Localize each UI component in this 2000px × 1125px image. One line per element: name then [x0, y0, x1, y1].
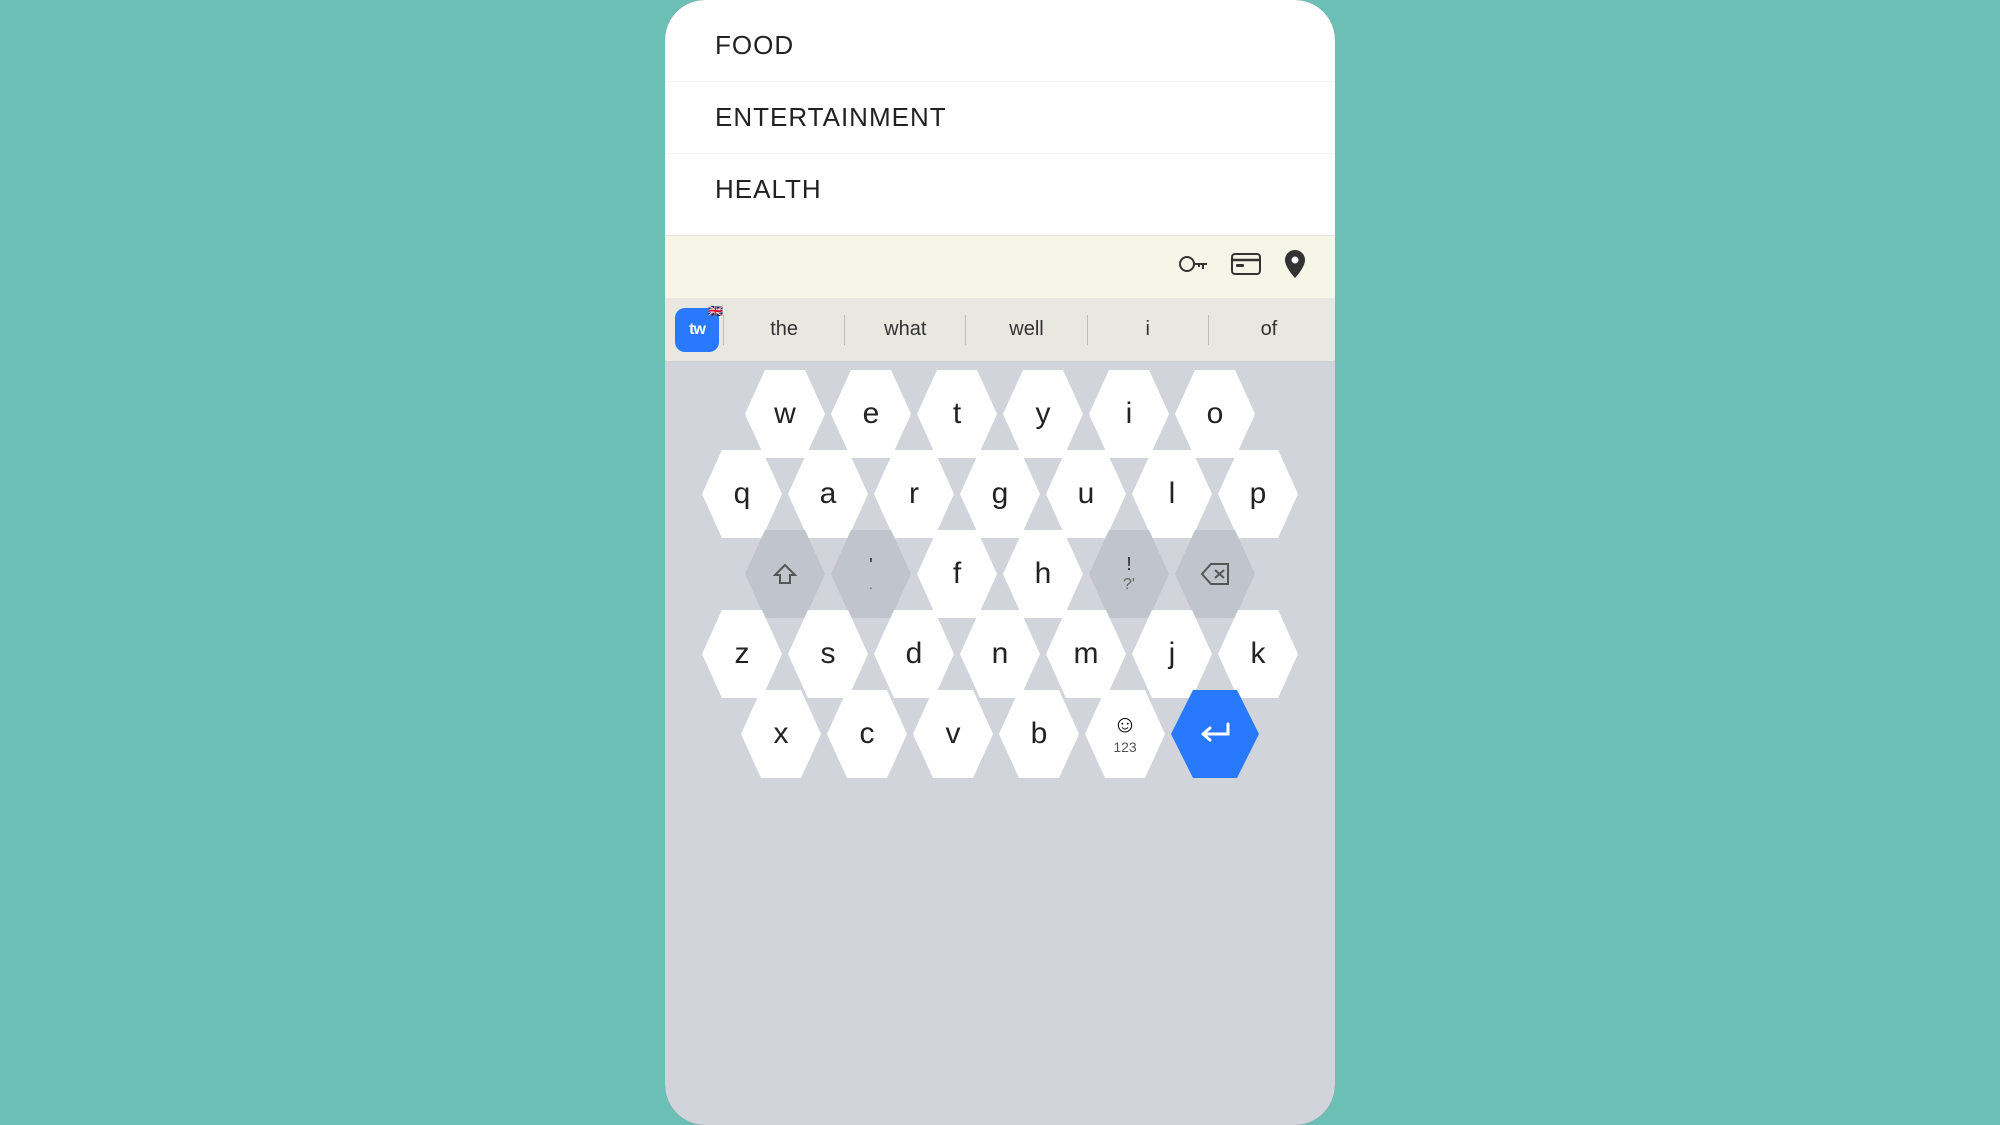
- key-w[interactable]: w: [745, 370, 825, 458]
- suggestion-i[interactable]: i: [1092, 314, 1204, 345]
- suggestion-what[interactable]: what: [849, 314, 961, 345]
- divider-4: [1087, 315, 1088, 345]
- enter-key[interactable]: [1171, 690, 1259, 778]
- key-z[interactable]: z: [702, 610, 782, 698]
- menu-item-entertainment[interactable]: ENTERTAINMENT: [665, 82, 1335, 154]
- emoji-key[interactable]: ☺ 123: [1085, 690, 1165, 778]
- key-l[interactable]: l: [1132, 450, 1212, 538]
- keyboard-row-3: ' . f h ! ?': [669, 530, 1331, 618]
- suggestion-well[interactable]: well: [970, 314, 1082, 345]
- key-k[interactable]: k: [1218, 610, 1298, 698]
- backspace-key[interactable]: [1175, 530, 1255, 618]
- divider-5: [1208, 315, 1209, 345]
- suggestion-the[interactable]: the: [728, 314, 840, 345]
- key-y[interactable]: y: [1003, 370, 1083, 458]
- key-g[interactable]: g: [960, 450, 1040, 538]
- divider-2: [844, 315, 845, 345]
- content-area: FOOD ENTERTAINMENT HEALTH: [665, 0, 1335, 235]
- smiley-icon: ☺: [1113, 713, 1138, 737]
- key-punct-exclaim[interactable]: ! ?': [1089, 530, 1169, 618]
- key-b[interactable]: b: [999, 690, 1079, 778]
- keyboard-row-5: x c v b ☺ 123: [669, 690, 1331, 778]
- key-p[interactable]: p: [1218, 450, 1298, 538]
- tw-flag: 🇬🇧: [708, 304, 723, 318]
- key-q[interactable]: q: [702, 450, 782, 538]
- phone-container: FOOD ENTERTAINMENT HEALTH: [665, 0, 1335, 1125]
- num-label: 123: [1113, 739, 1136, 755]
- key-s[interactable]: s: [788, 610, 868, 698]
- suggestions-bar: tw 🇬🇧 the what well i of: [665, 298, 1335, 362]
- key-x[interactable]: x: [741, 690, 821, 778]
- key-a[interactable]: a: [788, 450, 868, 538]
- tw-logo[interactable]: tw 🇬🇧: [675, 308, 719, 352]
- menu-item-food[interactable]: FOOD: [665, 10, 1335, 82]
- key-v[interactable]: v: [913, 690, 993, 778]
- key-icon[interactable]: [1179, 254, 1207, 280]
- key-j[interactable]: j: [1132, 610, 1212, 698]
- card-icon[interactable]: [1231, 253, 1261, 281]
- key-n[interactable]: n: [960, 610, 1040, 698]
- keyboard-row-4: z s d n m j k: [669, 610, 1331, 698]
- menu-item-health[interactable]: HEALTH: [665, 154, 1335, 235]
- shift-key[interactable]: [745, 530, 825, 618]
- key-e[interactable]: e: [831, 370, 911, 458]
- keyboard-area: w e t y i o q a r g u l p ': [665, 362, 1335, 1125]
- key-u[interactable]: u: [1046, 450, 1126, 538]
- suggestion-of[interactable]: of: [1213, 314, 1325, 345]
- key-i[interactable]: i: [1089, 370, 1169, 458]
- key-o[interactable]: o: [1175, 370, 1255, 458]
- divider-1: [723, 315, 724, 345]
- divider-3: [965, 315, 966, 345]
- location-icon[interactable]: [1285, 250, 1305, 284]
- key-c[interactable]: c: [827, 690, 907, 778]
- key-f[interactable]: f: [917, 530, 997, 618]
- key-r[interactable]: r: [874, 450, 954, 538]
- keyboard-row-1: w e t y i o: [669, 370, 1331, 458]
- key-punct-apostrophe[interactable]: ' .: [831, 530, 911, 618]
- keyboard-row-2: q a r g u l p: [669, 450, 1331, 538]
- key-h[interactable]: h: [1003, 530, 1083, 618]
- key-m[interactable]: m: [1046, 610, 1126, 698]
- key-t[interactable]: t: [917, 370, 997, 458]
- key-d[interactable]: d: [874, 610, 954, 698]
- toolbar: [665, 235, 1335, 298]
